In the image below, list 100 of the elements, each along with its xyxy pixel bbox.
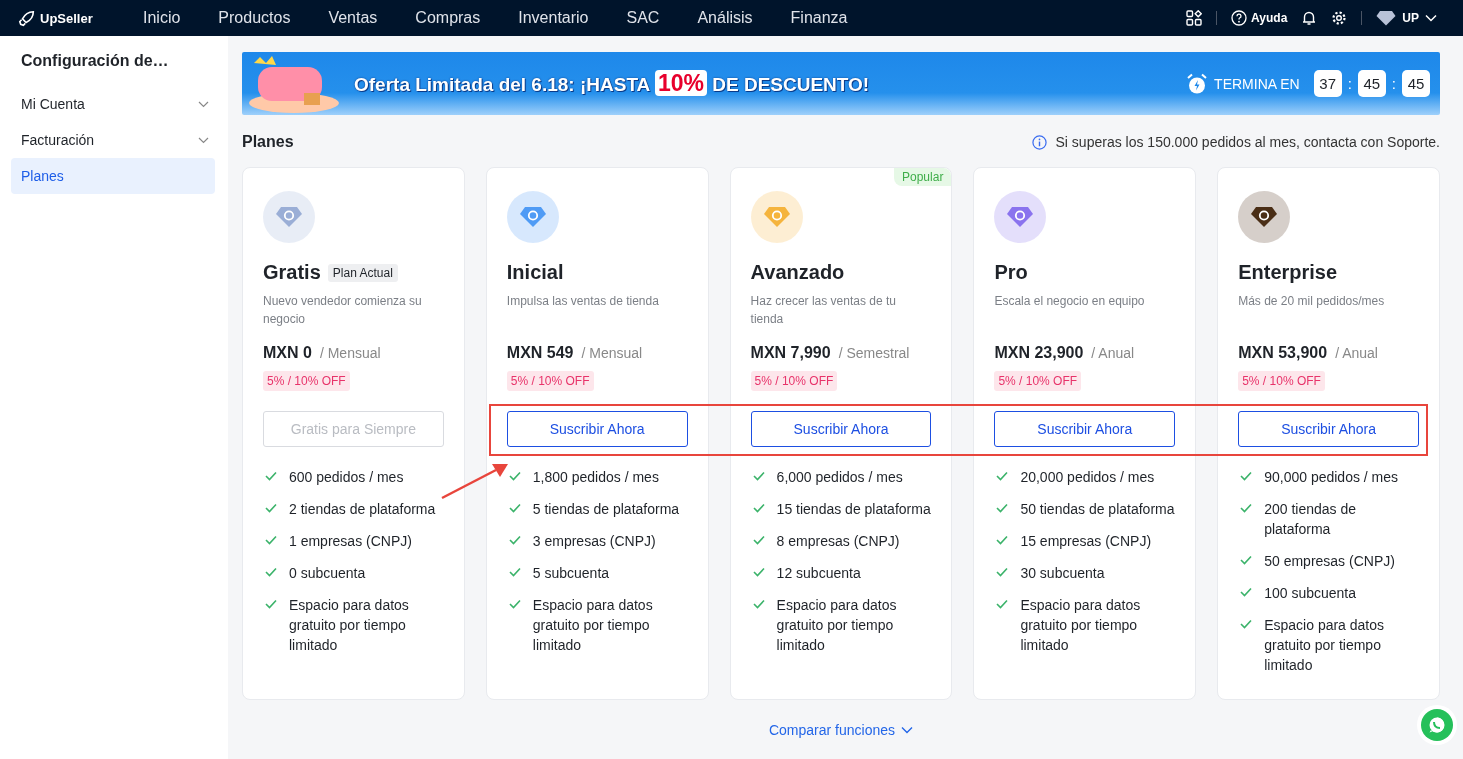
check-icon <box>752 471 765 481</box>
check-icon <box>508 503 521 513</box>
feature-text: 50 tiendas de plataforma <box>1020 500 1175 519</box>
subscribe-button[interactable]: Suscribir Ahora <box>994 411 1176 447</box>
feature-text: Espacio para datos gratuito por tiempo limitado <box>289 596 410 655</box>
feature-text: 12 subcuenta <box>776 564 861 583</box>
chevron-down-icon <box>198 100 209 108</box>
plan-description: Impulsa las ventas de tienda <box>506 293 659 310</box>
check-icon <box>752 567 765 577</box>
check-icon <box>265 599 277 609</box>
plan-price: MXN 53,900 <box>1238 344 1328 362</box>
sidebar-item[interactable]: Mi Cuenta <box>11 86 215 122</box>
feature-text: 0 subcuenta <box>289 564 366 583</box>
rocket-logo-icon <box>18 9 36 27</box>
sidebar-item[interactable]: Planes <box>11 158 215 194</box>
plan-name: Inicial <box>506 261 564 284</box>
plan-description: Escala el negocio en equipo <box>994 293 1145 310</box>
notification-bell-icon[interactable] <box>1301 10 1318 26</box>
plan-name: Avanzado <box>750 261 845 284</box>
feature-text: 15 empresas (CNPJ) <box>1020 532 1152 551</box>
feature-text: Espacio para datos gratuito por tiempo limitado <box>1264 616 1386 675</box>
apps-grid-icon[interactable] <box>1186 10 1203 26</box>
check-icon <box>265 471 277 481</box>
countdown-digits: 45 <box>1402 70 1430 97</box>
diamond-badge-icon <box>1376 10 1397 26</box>
discount-tag: 5% / 10% OFF <box>994 371 1082 391</box>
feature-text: 1,800 pedidos / mes <box>532 468 659 487</box>
plan-price: MXN 0 <box>263 344 312 362</box>
check-icon <box>265 503 277 513</box>
check-icon <box>996 535 1009 545</box>
feature-text: 20,000 pedidos / mes <box>1020 468 1155 487</box>
countdown-digits: 37 <box>1313 70 1342 97</box>
plan-description: Más de 20 mil pedidos/mes <box>1238 293 1385 310</box>
check-icon <box>265 567 277 577</box>
plan-name: Enterprise <box>1238 261 1338 284</box>
feature-text: 15 tiendas de plataforma <box>776 500 931 519</box>
current-plan-tag: Plan Actual <box>327 263 398 282</box>
check-icon <box>265 535 277 545</box>
nav-link[interactable]: Finanza <box>790 9 848 27</box>
check-icon <box>752 535 765 545</box>
feature-text: 5 subcuenta <box>532 564 610 583</box>
feature-text: 100 subcuenta <box>1264 584 1357 603</box>
check-icon <box>508 599 521 609</box>
feature-text: 30 subcuenta <box>1020 564 1105 583</box>
nav-link[interactable]: Inicio <box>143 9 181 27</box>
billing-period: / Anual <box>1091 345 1135 361</box>
check-icon <box>508 471 521 481</box>
alarm-clock-icon <box>1186 72 1209 95</box>
check-icon <box>1240 471 1253 481</box>
chevron-down-icon <box>1425 14 1437 22</box>
check-icon <box>1240 587 1253 597</box>
question-icon <box>1231 10 1248 26</box>
check-icon <box>1240 503 1253 513</box>
feature-text: 90,000 pedidos / mes <box>1264 468 1399 487</box>
nav-link[interactable]: Análisis <box>697 9 753 27</box>
feature-text: 6,000 pedidos / mes <box>776 468 903 487</box>
feature-text: 5 tiendas de plataforma <box>532 500 680 519</box>
check-icon <box>508 535 521 545</box>
feature-text: 1 empresas (CNPJ) <box>289 532 412 551</box>
nav-link[interactable]: Compras <box>415 9 481 27</box>
countdown-digits: 45 <box>1357 70 1386 97</box>
plan-description: Nuevo vendedor comienza su negocio <box>263 293 423 328</box>
billing-period: / Mensual <box>319 345 381 361</box>
discount-tag: 5% / 10% OFF <box>263 371 350 391</box>
settings-icon[interactable] <box>1331 10 1348 26</box>
nav-link[interactable]: Productos <box>218 9 291 27</box>
feature-text: Espacio para datos gratuito por tiempo limitado <box>532 596 654 655</box>
check-icon <box>1240 619 1253 629</box>
feature-text: Espacio para datos gratuito por tiempo limitado <box>776 596 898 655</box>
promo-banner[interactable]: Oferta Limitada del 6.18: ¡HASTA 10% DE DESCUENTO! TERMINA EN 37 : 45 : 45 <box>242 52 1440 115</box>
compare-features-link[interactable]: Comparar funciones <box>768 722 914 738</box>
discount-tag: 5% / 10% OFF <box>1238 371 1325 391</box>
plan-price: MXN 549 <box>506 344 574 362</box>
plan-name: Gratis <box>263 261 321 284</box>
feature-text: 3 empresas (CNPJ) <box>532 532 656 551</box>
subscribe-button[interactable]: Suscribir Ahora <box>750 411 932 447</box>
chat-phone-icon <box>1428 716 1446 734</box>
feature-text: 2 tiendas de plataforma <box>289 500 436 519</box>
timer-label: TERMINA EN <box>1214 75 1300 92</box>
sidebar-item[interactable]: Facturación <box>11 122 215 158</box>
feature-text: 8 empresas (CNPJ) <box>776 532 900 551</box>
feature-text: 200 tiendas de plataforma <box>1264 500 1358 539</box>
nav-link[interactable]: Ventas <box>328 9 378 27</box>
billing-period: / Mensual <box>581 345 643 361</box>
timer-separator: : <box>1347 75 1352 92</box>
billing-period: / Semestral <box>838 345 910 361</box>
help-link[interactable]: Ayuda <box>1231 10 1288 26</box>
check-icon <box>996 503 1009 513</box>
plan-name: Pro <box>994 261 1028 284</box>
subscribe-button[interactable]: Suscribir Ahora <box>1238 411 1419 447</box>
nav-link[interactable]: Inventario <box>518 9 589 27</box>
user-menu[interactable]: UP <box>1376 10 1437 26</box>
check-icon <box>508 567 521 577</box>
check-icon <box>996 599 1009 609</box>
notice-text: Si superas los 150.000 pedidos al mes, contacta con Soporte. <box>1055 134 1440 150</box>
check-icon <box>752 599 765 609</box>
subscribe-button[interactable]: Suscribir Ahora <box>506 411 688 447</box>
nav-link[interactable]: SAC <box>626 9 660 27</box>
check-icon <box>996 471 1009 481</box>
plan-price: MXN 7,990 <box>750 344 831 362</box>
